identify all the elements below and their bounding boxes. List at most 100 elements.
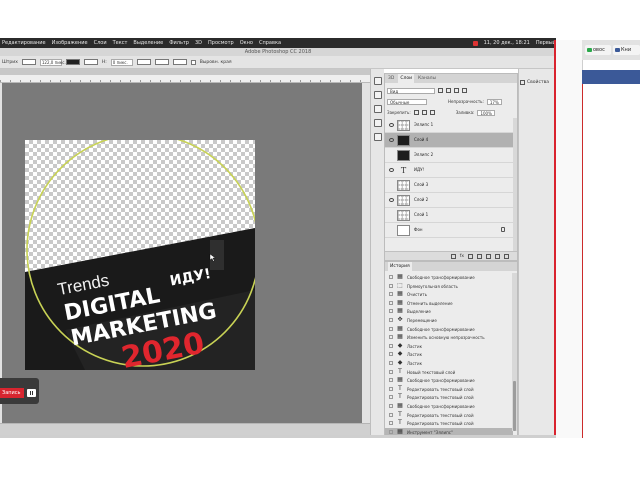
layer-row[interactable]: Фон <box>385 223 513 238</box>
browser-tab-2[interactable]: Кни <box>613 45 640 55</box>
history-snapshot-checkbox[interactable] <box>389 404 393 408</box>
menu-item-window[interactable]: Окно <box>240 40 253 46</box>
blend-mode-dropdown[interactable]: Обычные <box>387 98 427 105</box>
menu-item-select[interactable]: Выделение <box>133 40 163 46</box>
layer-row[interactable]: Эллипс 2 <box>385 148 513 163</box>
history-snapshot-checkbox[interactable] <box>389 275 393 279</box>
history-scroll-thumb[interactable] <box>513 381 516 431</box>
stroke-type-dropdown[interactable] <box>65 59 80 65</box>
stroke-style-dropdown[interactable] <box>83 59 98 65</box>
history-snapshot-checkbox[interactable] <box>389 361 393 365</box>
add-mask-icon[interactable] <box>468 253 473 259</box>
history-snapshot-checkbox[interactable] <box>389 429 393 434</box>
visibility-eye-icon[interactable] <box>389 198 394 202</box>
document-canvas[interactable]: Trends DIGITAL MARKETING 2020 ИДУ! <box>25 140 255 370</box>
history-snapshot-checkbox[interactable] <box>389 309 393 314</box>
history-snapshot-checkbox[interactable] <box>389 335 393 340</box>
history-step-icon: ▦ <box>397 427 403 435</box>
align-edges-checkbox[interactable] <box>190 59 196 65</box>
tab-layers[interactable]: Слои <box>398 74 415 83</box>
path-arrange-icon[interactable] <box>172 59 187 65</box>
layer-row[interactable]: Слой 2 <box>385 193 513 208</box>
stroke-swatch[interactable] <box>21 59 36 65</box>
history-snapshot-checkbox[interactable] <box>389 326 393 331</box>
layer-row[interactable]: Слой 1 <box>385 208 513 223</box>
visibility-eye-icon[interactable] <box>389 123 394 127</box>
new-layer-icon[interactable] <box>495 253 500 259</box>
history-snapshot-checkbox[interactable] <box>389 412 393 417</box>
menu-item-text[interactable]: Текст <box>113 40 128 46</box>
history-item-label: Ластик <box>407 343 423 349</box>
menu-item-layers[interactable]: Слои <box>94 40 107 46</box>
canvas-horizontal-scrollbar[interactable] <box>0 423 370 435</box>
opacity-field[interactable]: 17% <box>486 98 502 105</box>
history-snapshot-checkbox[interactable] <box>389 283 393 288</box>
browser-tab-1[interactable]: овос <box>585 45 611 55</box>
history-snapshot-checkbox[interactable] <box>389 421 393 426</box>
browser-tab-strip: овос Кни <box>582 40 640 60</box>
menu-item-filter[interactable]: Фильтр <box>169 40 189 46</box>
history-panel-header: История <box>385 262 517 271</box>
history-snapshot-checkbox[interactable] <box>389 352 393 357</box>
trash-icon[interactable] <box>504 253 509 259</box>
history-icon[interactable] <box>374 77 382 85</box>
visibility-eye-icon[interactable] <box>389 183 394 187</box>
pause-icon[interactable] <box>27 389 36 397</box>
record-button[interactable]: Запись <box>0 388 24 398</box>
filter-adjust-icon[interactable] <box>446 88 451 93</box>
brush-icon[interactable] <box>374 105 382 113</box>
history-snapshot-checkbox[interactable] <box>389 300 393 305</box>
fx-icon[interactable]: fx <box>460 254 464 259</box>
lock-position-icon[interactable] <box>421 110 427 115</box>
layer-row[interactable]: Эллипс 1 <box>385 118 513 133</box>
menu-item-help[interactable]: Справка <box>259 40 281 46</box>
history-snapshot-checkbox[interactable] <box>389 343 393 348</box>
visibility-eye-icon[interactable] <box>389 168 394 172</box>
history-snapshot-checkbox[interactable] <box>389 378 393 383</box>
visibility-eye-icon[interactable] <box>389 153 394 157</box>
tab-channels[interactable]: Каналы <box>418 76 436 81</box>
history-snapshot-checkbox[interactable] <box>389 369 393 374</box>
layers-scrollbar[interactable] <box>513 118 517 252</box>
new-group-icon[interactable] <box>486 253 491 259</box>
menu-item-edit[interactable]: Редактирование <box>2 40 46 46</box>
canvas-vertical-scrollbar[interactable] <box>362 83 370 423</box>
history-snapshot-checkbox[interactable] <box>389 318 393 322</box>
properties-button[interactable]: Свойства <box>520 78 554 87</box>
filter-text-icon[interactable] <box>454 88 459 93</box>
layer-name: Слой 1 <box>414 212 429 217</box>
lock-all-icon[interactable] <box>429 110 435 115</box>
paragraph-icon[interactable] <box>374 133 382 141</box>
visibility-eye-icon[interactable] <box>389 138 394 142</box>
visibility-eye-icon[interactable] <box>389 228 394 232</box>
path-align-icon[interactable] <box>154 59 169 65</box>
info-icon[interactable] <box>374 91 382 99</box>
filter-pixel-icon[interactable] <box>438 88 443 93</box>
history-snapshot-checkbox[interactable] <box>389 386 393 391</box>
menu-item-view[interactable]: Просмотр <box>208 40 234 46</box>
layer-filter-dropdown[interactable]: Вид <box>387 87 435 94</box>
character-icon[interactable] <box>374 119 382 127</box>
width-field[interactable]: 122,0 пикс. <box>39 58 66 66</box>
lock-icon <box>501 227 505 232</box>
path-ops-icon[interactable] <box>136 59 151 65</box>
menu-item-image[interactable]: Изображение <box>52 40 88 46</box>
history-snapshot-checkbox[interactable] <box>389 292 393 297</box>
lock-pixels-icon[interactable] <box>413 110 419 115</box>
adjustment-layer-icon[interactable] <box>477 253 482 259</box>
layer-row[interactable]: Слой 3 <box>385 178 513 193</box>
history-scrollbar[interactable] <box>512 273 517 431</box>
link-layers-icon[interactable] <box>450 253 456 259</box>
history-snapshot-checkbox[interactable] <box>389 395 393 400</box>
layer-thumbnail <box>397 135 410 146</box>
menu-item-3d[interactable]: 3D <box>195 40 202 46</box>
layer-row[interactable]: T ИДУ! <box>385 163 513 178</box>
tab-history[interactable]: История <box>388 262 412 271</box>
layer-row[interactable]: Слой 4 <box>385 133 513 148</box>
menubar-user[interactable]: Первый <box>536 40 556 46</box>
fill-field[interactable]: 100% <box>477 109 495 116</box>
filter-shape-icon[interactable] <box>462 88 467 93</box>
height-field[interactable]: 0 пикс. <box>110 58 133 66</box>
visibility-eye-icon[interactable] <box>389 213 394 217</box>
tab-3d[interactable]: 3D <box>388 76 394 81</box>
